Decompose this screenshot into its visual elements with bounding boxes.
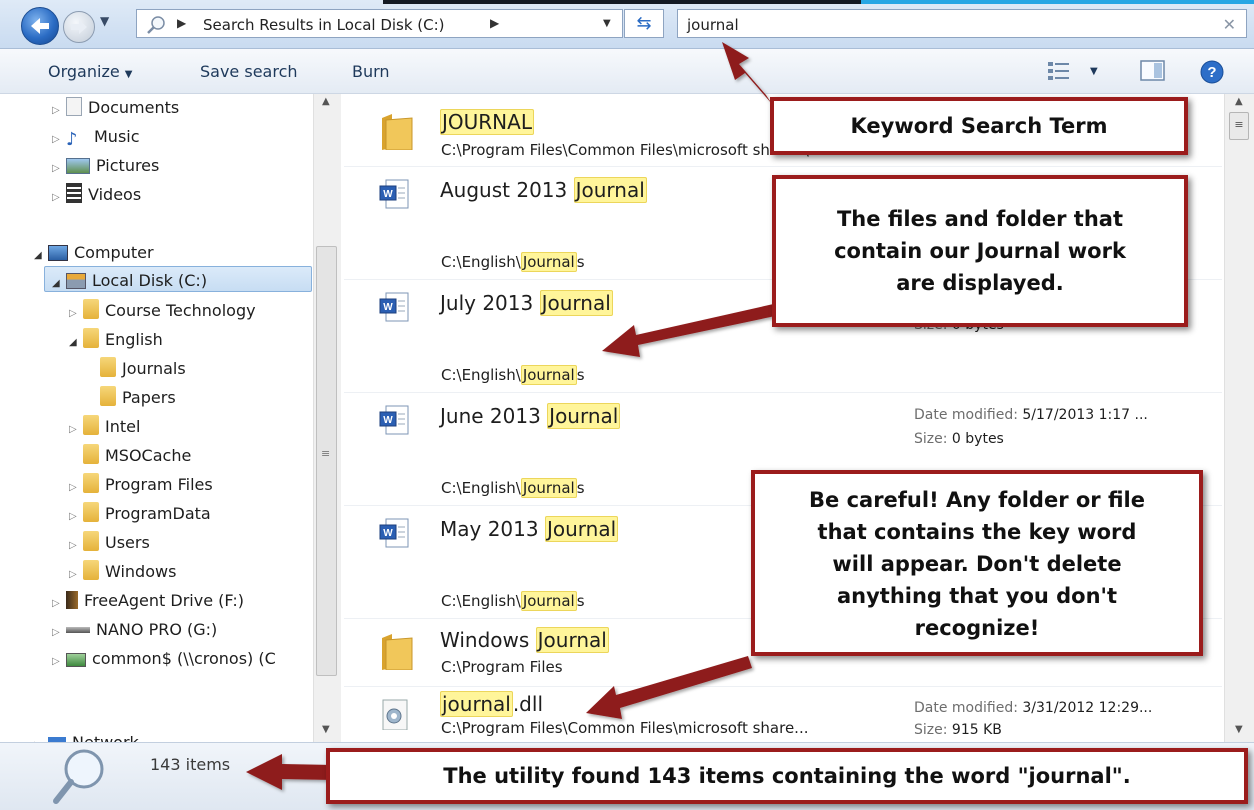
callout-keyword-search-term: Keyword Search Term (770, 97, 1188, 155)
callout-line: that contains the key word (817, 520, 1137, 544)
callout-line: recognize! (914, 616, 1040, 640)
callout-line: Be careful! Any folder or file (809, 488, 1145, 512)
callout-line: will appear. Don't delete (832, 552, 1122, 576)
arrow-to-journal-dll (586, 656, 752, 719)
callout-files-displayed: The files and folder that contain our Jo… (772, 175, 1188, 327)
callout-line: are displayed. (896, 271, 1064, 295)
callout-items-found: The utility found 143 items containing t… (326, 748, 1248, 804)
callout-line: contain our Journal work (834, 239, 1126, 263)
arrow-to-july-results (602, 303, 780, 357)
callout-be-careful: Be careful! Any folder or file that cont… (751, 470, 1203, 656)
callout-line: anything that you don't (836, 584, 1118, 608)
arrow-to-search-box (722, 42, 772, 104)
arrow-to-item-count (246, 754, 334, 790)
callout-line: The files and folder that (836, 207, 1123, 231)
